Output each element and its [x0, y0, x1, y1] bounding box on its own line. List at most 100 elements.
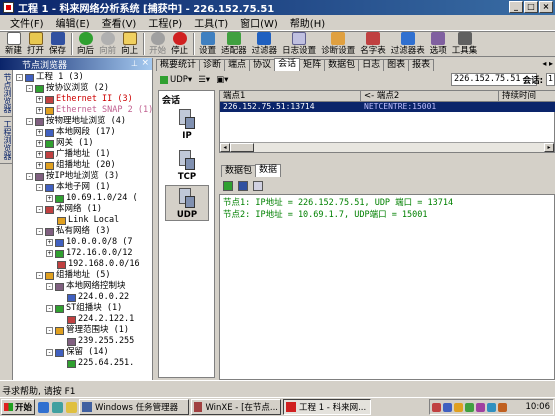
tree-node[interactable]: + Ethernet II (3)	[36, 94, 133, 105]
tree-node[interactable]: - 私有网络 (3)	[36, 226, 110, 237]
collapse-icon[interactable]: -	[46, 283, 53, 290]
tab-1[interactable]: 诊断	[199, 59, 226, 71]
tab-9[interactable]: 报表	[408, 59, 435, 71]
menu-tools[interactable]: 工具(T)	[188, 15, 234, 30]
log-settings-button[interactable]: 日志设置	[280, 31, 318, 56]
column-settings-button[interactable]: ☰▾	[198, 75, 210, 85]
protocol-udp[interactable]: UDP	[165, 185, 209, 221]
pin-icon[interactable]: ⊥	[131, 59, 138, 68]
protocol-ip[interactable]: IP	[165, 105, 209, 141]
expand-icon[interactable]: +	[46, 250, 53, 257]
tree-node[interactable]: + 网关 (1)	[36, 138, 93, 149]
decode-icon[interactable]	[223, 181, 233, 191]
tray-icon-7[interactable]	[498, 402, 507, 412]
data-view[interactable]: 节点1: IP地址 = 226.152.75.51, UDP 端口 = 1371…	[219, 194, 555, 380]
tab-2[interactable]: 端点	[224, 59, 251, 71]
clock[interactable]: 10:06	[526, 402, 551, 412]
options-button[interactable]: 选项	[428, 31, 449, 56]
tree-node[interactable]: + 组播地址 (20)	[36, 160, 116, 171]
up-button[interactable]: 向上	[119, 31, 140, 56]
ie-quicklaunch-icon[interactable]	[38, 401, 49, 413]
node-tree[interactable]: - 工程 1 (3) - 按协议浏览 (2) + Ethernet II (3) + Ethe…	[14, 70, 153, 380]
session-row-duration[interactable]	[499, 102, 555, 112]
tree-node[interactable]: 225.64.251.	[56, 358, 134, 369]
close-pane-icon[interactable]: ×	[141, 58, 149, 68]
save-button[interactable]: 保存	[47, 31, 68, 56]
tree-node[interactable]: +172.16.0.0/12	[46, 248, 133, 259]
tab-8[interactable]: 图表	[383, 59, 410, 71]
tree-node[interactable]: - 保留 (14)	[46, 347, 109, 358]
tab-6[interactable]: 数据包	[324, 59, 360, 71]
scroll-thumb[interactable]	[230, 143, 254, 152]
tab-data[interactable]: 数据	[255, 164, 282, 177]
tree-node[interactable]: 224.2.122.1	[56, 314, 134, 325]
forward-button[interactable]: 向前	[97, 31, 118, 56]
new-button[interactable]: 新建	[3, 31, 24, 56]
menu-file[interactable]: 文件(F)	[4, 15, 50, 30]
tray-icon-6[interactable]	[487, 402, 496, 412]
session-row-endpoint2[interactable]: NETCENTRE:15001	[361, 102, 499, 112]
collapse-icon[interactable]: -	[36, 272, 43, 279]
tree-node[interactable]: +10.69.1.0/24 (	[46, 193, 138, 204]
open-button[interactable]: 打开	[25, 31, 46, 56]
tree-node[interactable]: - 组播地址 (5)	[36, 270, 110, 281]
tree-node[interactable]: 224.0.0.22	[56, 292, 129, 303]
expand-icon[interactable]: +	[36, 140, 43, 147]
toolbox-button[interactable]: 工具集	[450, 31, 480, 56]
vtab-project-browser[interactable]: 工程浏览器	[0, 117, 13, 164]
column-endpoint1[interactable]: 端点1	[220, 91, 361, 102]
tab-7[interactable]: 日志	[358, 59, 385, 71]
collapse-icon[interactable]: -	[16, 74, 23, 81]
protocol-dropdown[interactable]: UDP ▾	[160, 75, 192, 85]
collapse-icon[interactable]: -	[36, 184, 43, 191]
tree-node[interactable]: - 管理范围块 (1)	[46, 325, 129, 336]
tab-5[interactable]: 矩阵	[299, 59, 326, 71]
collapse-icon[interactable]: -	[36, 228, 43, 235]
column-duration[interactable]: 持续时间	[499, 91, 555, 102]
expand-icon[interactable]: +	[36, 107, 43, 114]
tree-node[interactable]: +10.0.0.0/8 (7	[46, 237, 133, 248]
collapse-icon[interactable]: -	[26, 85, 33, 92]
settings-button[interactable]: 设置	[197, 31, 218, 56]
expand-icon[interactable]: +	[36, 129, 43, 136]
task-windows-task-manager[interactable]: Windows 任务管理器	[79, 399, 189, 415]
window-title-bar[interactable]: 工程 1 - 科来网络分析系统 [捕获中] - 226.152.75.51 _ …	[0, 0, 555, 15]
tray-icon-5[interactable]	[476, 402, 485, 412]
maximize-button[interactable]: □	[524, 1, 538, 13]
collapse-icon[interactable]: -	[46, 327, 53, 334]
tray-icon-3[interactable]	[454, 402, 463, 412]
start-button[interactable]: 开始	[1, 399, 35, 415]
tree-node[interactable]: Link Local	[46, 215, 119, 226]
collapse-icon[interactable]: -	[26, 118, 33, 125]
horizontal-scrollbar[interactable]: ◂ ▸	[220, 142, 554, 152]
tree-node[interactable]: 239.255.255	[56, 336, 134, 347]
adapter-button[interactable]: 适配器	[219, 31, 249, 56]
menu-view[interactable]: 查看(V)	[96, 15, 143, 30]
expand-icon[interactable]: +	[36, 162, 43, 169]
tray-icon-2[interactable]	[443, 402, 452, 412]
column-endpoint2[interactable]: <- 端点2	[361, 91, 499, 102]
scroll-right-icon[interactable]: ▸	[544, 143, 554, 152]
stop-capture-button[interactable]: 停止	[169, 31, 190, 56]
tree-node[interactable]: + Ethernet SNAP 2 (1)	[36, 105, 153, 116]
tree-node[interactable]: - 工程 1 (3)	[16, 72, 84, 83]
task-winxe[interactable]: WinXE - [在节点...	[191, 399, 281, 415]
session-row-endpoint1[interactable]: 226.152.75.51:13714	[220, 102, 361, 112]
close-button[interactable]: ×	[539, 1, 553, 13]
menu-edit[interactable]: 编辑(E)	[50, 15, 96, 30]
menu-window[interactable]: 窗口(W)	[234, 15, 284, 30]
refresh-icon[interactable]	[253, 181, 263, 191]
task-project1[interactable]: 工程 1 - 科来网...	[283, 399, 371, 415]
back-button[interactable]: 向后	[75, 31, 96, 56]
tab-scroll-arrows[interactable]: ◂ ▸	[542, 59, 553, 68]
collapse-icon[interactable]: -	[26, 173, 33, 180]
collapse-icon[interactable]: -	[46, 349, 53, 356]
expand-icon[interactable]: +	[46, 195, 53, 202]
explorer-quicklaunch-icon[interactable]	[66, 401, 77, 413]
name-table-button[interactable]: 名字表	[358, 31, 388, 56]
menu-project[interactable]: 工程(P)	[142, 15, 188, 30]
filter-button[interactable]: 过滤器	[250, 31, 280, 56]
tree-node[interactable]: - 本地子网 (1)	[36, 182, 110, 193]
collapse-icon[interactable]: -	[36, 206, 43, 213]
tree-node[interactable]: 192.168.0.0/16	[46, 259, 140, 270]
